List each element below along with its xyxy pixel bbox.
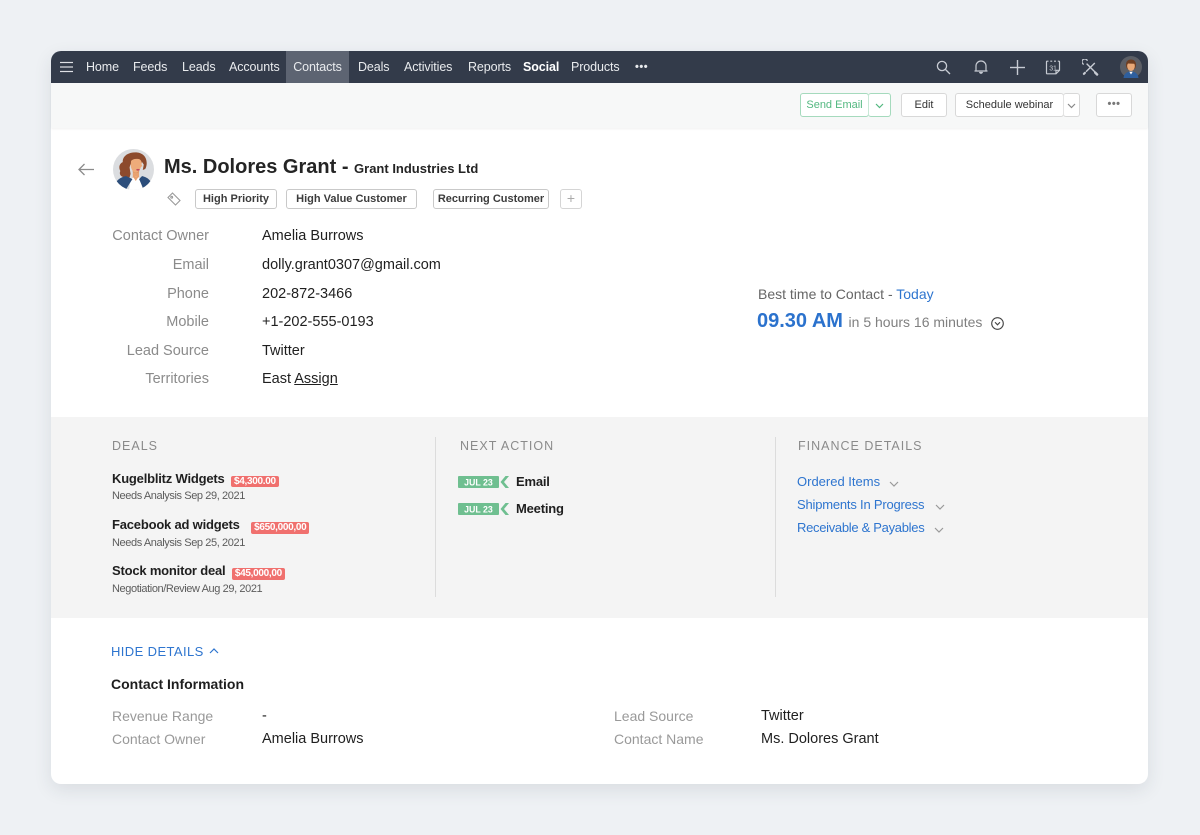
svg-text:JUL 23: JUL 23 xyxy=(464,505,493,515)
svg-text:31: 31 xyxy=(1049,66,1057,73)
svg-text:JUL 23: JUL 23 xyxy=(464,478,493,488)
